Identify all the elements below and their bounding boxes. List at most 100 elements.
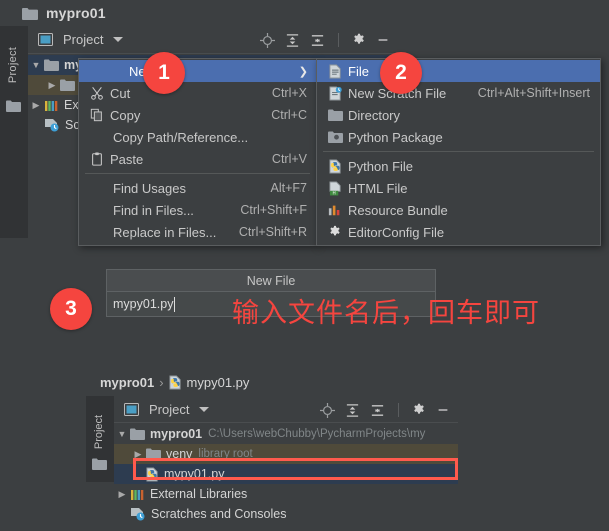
locate-icon[interactable] [260,32,275,48]
project-tree-bottom: ▼ mypro01 C:\Users\webChubby\PycharmProj… [114,424,458,524]
table-row[interactable]: mypy01.py [114,464,458,484]
folder-icon [130,428,145,440]
submenu-item-python-file[interactable]: Python File [317,155,600,177]
tool-window-stripe: Project [0,26,28,238]
menu-item-new[interactable]: New ❯ [79,60,316,82]
submenu-item-resource-bundle[interactable]: Resource Bundle [317,199,600,221]
menu-separator [85,173,310,174]
chevron-right-icon[interactable]: ▶ [114,489,130,500]
chevron-right-icon[interactable]: ▶ [130,449,146,460]
step-badge-2: 2 [380,52,422,94]
collapse-all-icon[interactable] [370,403,385,418]
menu-item-find-in-files[interactable]: Find in Files... Ctrl+Shift+F [79,199,316,221]
chevron-right-icon[interactable]: ▶ [28,100,44,111]
menu-shortcut: Ctrl+Shift+R [238,225,307,239]
chevron-down-icon[interactable]: ▼ [28,60,44,70]
project-window-label: Project [149,401,190,417]
breadcrumb-project[interactable]: mypro01 [100,375,154,390]
scratches-icon [44,118,60,132]
scissors-icon [87,86,107,100]
chevron-down-icon[interactable] [199,406,210,413]
html-file-icon: H [325,181,345,196]
annotation-text: 输入文件名后，回车即可 [232,298,540,329]
step-badge-1: 1 [143,52,185,94]
expand-all-icon[interactable] [345,403,360,418]
settings-gear-icon[interactable] [352,33,366,47]
locate-icon[interactable] [320,402,335,418]
menu-item-replace-in-files[interactable]: Replace in Files... Ctrl+Shift+R [79,221,316,243]
stripe-label-project[interactable]: Project [7,33,19,97]
menu-label: Copy [110,107,141,123]
text-caret [174,296,176,312]
menu-item-paste[interactable]: Paste Ctrl+V [79,148,316,170]
folder-icon [92,458,107,470]
project-window-icon [124,402,139,416]
menu-label: Paste [110,151,144,167]
tree-label: External Libraries [150,487,248,501]
submenu-item-editorconfig-file[interactable]: EditorConfig File [317,221,600,243]
toolwindow-action-icons [260,26,390,54]
toolwindow-action-icons [320,396,450,424]
submenu-item-new-scratch-file[interactable]: New Scratch File Ctrl+Alt+Shift+Insert [317,82,600,104]
new-file-name-value: mypy01.py [113,297,174,311]
tree-label: venv [166,447,193,461]
menu-item-cut[interactable]: Cut Ctrl+X [79,82,316,104]
hide-minus-icon[interactable] [436,403,450,417]
chevron-right-icon[interactable]: ▶ [44,80,60,91]
collapse-all-icon[interactable] [310,33,325,48]
scratch-file-icon [325,86,345,101]
paste-icon [87,152,107,166]
folder-icon [6,100,21,112]
menu-shortcut: Ctrl+C [271,108,307,122]
folder-icon [22,7,38,20]
menu-item-copy-path[interactable]: Copy Path/Reference... [79,126,316,148]
tree-label: mypro01 [150,427,203,441]
stripe-label-project[interactable]: Project [93,400,105,464]
toolbar-divider [398,403,399,417]
settings-gear-icon[interactable] [412,403,426,417]
resource-bundle-icon [325,203,345,217]
table-row[interactable]: Scratches and Consoles [114,504,458,524]
menu-shortcut: Ctrl+V [271,152,307,166]
table-row[interactable]: ▶ External Libraries [114,484,458,504]
breadcrumb-file[interactable]: mypy01.py [187,375,250,390]
submenu-item-python-package[interactable]: Python Package [317,126,600,148]
table-row[interactable]: ▶ venv library root [114,444,458,464]
screenshot-root: mypro01 Project Project ▼ ▶ ▶ New ❯ Cut … [0,0,609,531]
menu-separator [323,151,594,152]
svg-text:H: H [332,190,335,195]
python-file-icon [169,375,182,390]
libraries-icon [130,488,145,501]
menu-label: HTML File [348,180,408,196]
menu-label: File [348,63,369,79]
table-row[interactable]: ▼ mypro01 C:\Users\webChubby\PycharmProj… [114,424,458,444]
breadcrumb-separator: › [159,374,164,390]
menu-item-copy[interactable]: Copy Ctrl+C [79,104,316,126]
new-submenu: File New Scratch File Ctrl+Alt+Shift+Ins… [316,58,601,246]
folder-icon [146,448,161,460]
breadcrumb: mypro01 › mypy01.py [100,373,249,391]
menu-item-find-usages[interactable]: Find Usages Alt+F7 [79,177,316,199]
submenu-item-html-file[interactable]: H HTML File [317,177,600,199]
file-icon [325,64,345,79]
submenu-item-directory[interactable]: Directory [317,104,600,126]
project-toolwindow-header: Project [28,26,398,54]
project-window-label: Project [63,32,104,47]
chevron-down-icon[interactable]: ▼ [114,429,130,439]
submenu-item-file[interactable]: File [317,60,600,82]
menu-shortcut: Ctrl+Shift+F [240,203,307,217]
chevron-right-icon: ❯ [298,65,308,78]
menu-label: Find Usages [113,180,186,196]
copy-icon [87,108,107,122]
chevron-down-icon[interactable] [113,36,124,43]
new-file-dialog-title: New File [106,269,436,291]
window-titlebar: mypro01 [0,0,398,26]
hide-minus-icon[interactable] [376,33,390,47]
top-pycharm-panel: mypro01 Project Project ▼ ▶ ▶ New ❯ Cut … [0,0,609,246]
menu-shortcut: Ctrl+X [271,86,307,100]
directory-icon [325,109,345,121]
tree-suffix: library root [198,448,253,460]
expand-all-icon[interactable] [285,33,300,48]
folder-icon [44,59,59,71]
menu-label: Replace in Files... [113,224,217,240]
